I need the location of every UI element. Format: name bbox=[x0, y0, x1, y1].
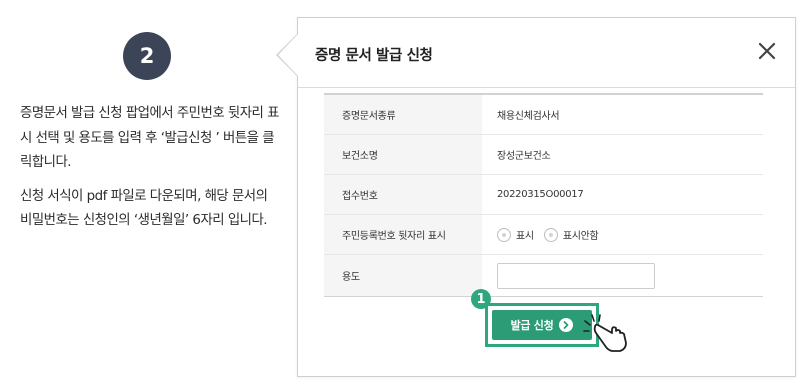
form-row-document-type: 증명문서종류 채용신체검사서 bbox=[324, 95, 763, 135]
row-value: 채용신체검사서 bbox=[497, 111, 560, 122]
step-marker-badge: 1 bbox=[471, 289, 491, 309]
step-number-badge: 2 bbox=[123, 32, 171, 80]
popup-pointer-fill bbox=[278, 34, 298, 76]
row-label: 용도 bbox=[324, 255, 482, 296]
row-value: 20220315O00017 bbox=[497, 189, 584, 200]
chevron-right-icon bbox=[559, 318, 574, 332]
row-label: 증명문서종류 bbox=[324, 95, 482, 134]
issue-request-button[interactable]: 발급 신청 bbox=[492, 310, 592, 340]
pointing-hand-icon bbox=[582, 313, 630, 353]
radio-circle-icon[interactable] bbox=[497, 227, 511, 242]
ssn-display-radio-group: 표시 표시안함 bbox=[482, 215, 763, 254]
row-value: 장성군보건소 bbox=[497, 151, 551, 162]
purpose-input[interactable] bbox=[497, 262, 655, 289]
row-label: 접수번호 bbox=[324, 175, 482, 214]
row-label: 주민등록번호 뒷자리 표시 bbox=[324, 215, 482, 254]
form-row-receipt-number: 접수번호 20220315O00017 bbox=[324, 175, 763, 215]
radio-show[interactable]: 표시 bbox=[497, 227, 534, 242]
close-icon[interactable] bbox=[756, 40, 778, 62]
instruction-paragraph-2: 신청 서식이 pdf 파일로 다운되며, 해당 문서의 비밀번호는 신청인의 ‘… bbox=[20, 188, 268, 229]
popup-header: 증명 문서 발급 신청 bbox=[298, 18, 795, 88]
issue-request-label: 발급 신청 bbox=[510, 319, 554, 332]
radio-show-label: 표시 bbox=[516, 231, 534, 242]
popup-title: 증명 문서 발급 신청 bbox=[315, 48, 433, 64]
radio-hide[interactable]: 표시안함 bbox=[543, 227, 599, 242]
form-row-health-center: 보건소명 장성군보건소 bbox=[324, 135, 763, 175]
radio-circle-icon[interactable] bbox=[543, 227, 558, 242]
row-label: 보건소명 bbox=[324, 135, 482, 174]
issue-form-table: 증명문서종류 채용신체검사서 보건소명 장성군보건소 접수번호 20220315… bbox=[324, 93, 763, 297]
purpose-value-cell bbox=[482, 255, 763, 296]
instruction-paragraph-1: 증명문서 발급 신청 팝업에서 주민번호 뒷자리 표시 선택 및 용도를 입력 … bbox=[20, 106, 279, 170]
instruction-text: 증명문서 발급 신청 팝업에서 주민번호 뒷자리 표시 선택 및 용도를 입력 … bbox=[20, 102, 282, 234]
form-row-purpose: 용도 bbox=[324, 255, 763, 296]
certificate-issue-popup: 증명 문서 발급 신청 증명문서종류 채용신체검사서 보건소명 장성군보건소 접… bbox=[297, 17, 796, 377]
form-row-ssn-display: 주민등록번호 뒷자리 표시 표시 표시안함 bbox=[324, 215, 763, 255]
radio-hide-label: 표시안함 bbox=[562, 231, 599, 242]
